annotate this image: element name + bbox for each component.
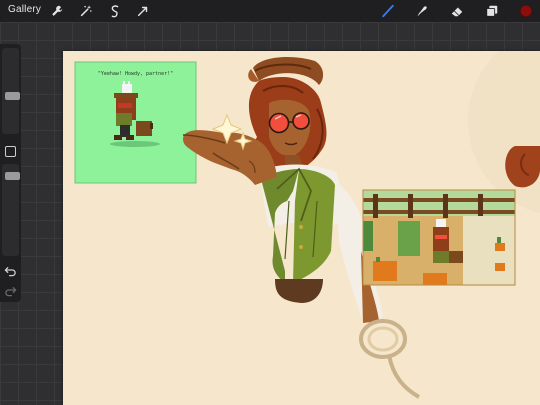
wrench-icon[interactable] [49, 3, 65, 19]
magic-wand-icon[interactable] [78, 3, 94, 19]
top-toolbar: Gallery [0, 0, 540, 22]
opacity-knob[interactable] [5, 172, 20, 180]
pixel-screenshot-2 [362, 189, 516, 286]
undo-icon[interactable] [4, 264, 17, 277]
pixel-caption: "Yeehaw! Howdy, partner!" [98, 71, 173, 77]
artwork: "Yeehaw! Howdy, partner!" [74, 51, 540, 399]
modify-button[interactable] [5, 146, 16, 157]
opacity-slider[interactable] [2, 164, 20, 256]
selection-icon[interactable] [107, 3, 123, 19]
drawing-canvas[interactable]: "Yeehaw! Howdy, partner!" [63, 51, 540, 405]
pixel-screenshot-1: "Yeehaw! Howdy, partner!" [74, 61, 197, 184]
brush-size-knob[interactable] [5, 92, 20, 100]
brush-icon[interactable] [380, 3, 396, 19]
eraser-icon[interactable] [449, 3, 465, 19]
edge-hair-art [505, 146, 540, 188]
layers-icon[interactable] [484, 3, 500, 19]
color-swatch[interactable] [518, 3, 534, 19]
smudge-icon[interactable] [414, 3, 430, 19]
gallery-button[interactable]: Gallery [8, 4, 41, 15]
procreate-app: Gallery "Yeehaw! Howdy, partner!" [0, 0, 540, 405]
redo-icon[interactable] [4, 284, 17, 297]
left-sidebar [0, 44, 21, 302]
brush-size-slider[interactable] [2, 48, 20, 134]
transform-arrow-icon[interactable] [135, 3, 151, 19]
